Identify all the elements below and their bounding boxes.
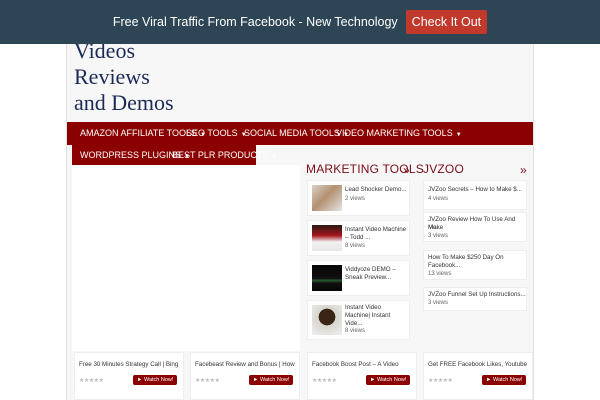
video-card[interactable]: Free 30 Minutes Strategy Call | Bing ★★★…	[74, 352, 184, 400]
check-it-out-button[interactable]: Check It Out	[405, 10, 488, 34]
video-thumbnail	[312, 185, 342, 211]
watch-now-button[interactable]: ► Watch Now!	[366, 375, 411, 385]
video-thumbnail	[312, 225, 342, 251]
double-chevron-right-icon[interactable]: »	[403, 163, 410, 177]
site-title-line: and Demos	[74, 90, 174, 115]
list-item[interactable]: JVZoo Funnel Set Up Instructions... 3 vi…	[423, 287, 527, 311]
video-item[interactable]: Instant Video Machine – Todd ... 8 views	[307, 220, 410, 256]
nav-item-seo-tools[interactable]: SEO TOOLS ▼	[186, 122, 247, 145]
nav-label: WORDPRESS PLUGINS	[80, 150, 182, 160]
video-title: How To Make $250 Day On	[428, 254, 504, 261]
double-chevron-right-icon[interactable]: »	[520, 163, 527, 177]
video-views: 3 views	[428, 300, 449, 306]
video-views: 3 views	[428, 233, 449, 239]
main-nav: AMAZON AFFILIATE TOOLS ▼ SEO TOOLS ▼ SOCIA…	[67, 122, 533, 145]
video-item[interactable]: Viddyoze DEMO – Sneak Preview...	[307, 260, 410, 296]
video-title: JVZoo Funnel Set Up Instructions...	[428, 291, 526, 298]
list-item[interactable]: JVZoo Review How To Use And Make Mo... 3…	[423, 212, 527, 242]
video-title: JVZoo Secrets – How to Make $...	[428, 186, 522, 193]
section-heading: JVZOO	[423, 162, 465, 176]
card-title: Free 30 Minutes Strategy Call | Bing	[79, 361, 179, 368]
card-title: Get FREE Facebook Likes, Youtube	[428, 361, 528, 368]
star-rating-icon: ★★★★★	[428, 378, 453, 384]
video-card[interactable]: Facebeast Review and Bonus | How ★★★★★ ►…	[190, 352, 300, 400]
star-rating-icon: ★★★★★	[195, 378, 220, 384]
site-title-line: Reviews	[74, 64, 150, 89]
nav-label: BEST PLR PRODUCTS	[172, 150, 269, 160]
button-label: Watch Now!	[376, 377, 407, 383]
video-item[interactable]: Lead Shocker Demo... 2 views	[307, 180, 410, 216]
nav-item-video-marketing-tools[interactable]: VIDEO MARKETING TOOLS ▼	[336, 122, 462, 145]
video-title: Instant Video Machine	[345, 226, 407, 233]
star-rating-icon: ★★★★★	[79, 378, 104, 384]
notification-bar: Free Viral Traffic From Facebook - New T…	[0, 0, 600, 44]
main-nav-row-2: WORDPRESS PLUGINS ▼ BEST PLR PRODUCTS ▼	[72, 145, 277, 165]
video-views: 8 views	[345, 243, 366, 249]
nav-label: AMAZON AFFILIATE TOOLS	[80, 128, 198, 138]
button-label: Watch Now!	[259, 377, 290, 383]
watch-now-button[interactable]: ► Watch Now!	[482, 375, 527, 385]
card-title: Facebook Boost Post – A Video	[312, 361, 399, 368]
video-item[interactable]: Instant Video Machine| Instant Vide... 8…	[307, 300, 410, 340]
watch-now-button[interactable]: ► Watch Now!	[133, 375, 178, 385]
site-title[interactable]: Videos Reviews and Demos	[74, 38, 174, 116]
list-item[interactable]: How To Make $250 Day On Facebook... 13 v…	[423, 250, 527, 280]
video-card[interactable]: Facebook Boost Post – A Video ★★★★★ ► Wa…	[307, 352, 417, 400]
video-card[interactable]: Get FREE Facebook Likes, Youtube ★★★★★ ►…	[423, 352, 533, 400]
video-thumbnail	[312, 305, 342, 335]
button-label: Watch Now!	[492, 377, 523, 383]
watch-now-button[interactable]: ► Watch Now!	[249, 375, 294, 385]
list-item[interactable]: JVZoo Secrets – How to Make $... 4 views	[423, 180, 527, 210]
video-title: – Todd ...	[345, 234, 371, 241]
nav-label: SOCIAL MEDIA TOOLS	[244, 128, 340, 138]
featured-video-area[interactable]	[72, 165, 300, 351]
video-title: Vide...	[345, 320, 363, 327]
video-title: Mo...	[428, 224, 442, 231]
video-title: Facebook...	[428, 262, 461, 269]
jvzoo-section: JVZOO	[423, 162, 464, 176]
caret-down-icon: ▼	[271, 154, 278, 160]
button-label: Watch Now!	[143, 377, 174, 383]
card-title: Facebeast Review and Bonus | How	[195, 361, 295, 368]
video-views: 4 views	[428, 196, 449, 202]
video-views: 13 views	[428, 271, 452, 277]
nav-label: SEO TOOLS	[186, 128, 238, 138]
video-title: Machine| Instant	[345, 312, 391, 319]
nav-item-best-plr-products[interactable]: BEST PLR PRODUCTS ▼	[172, 145, 277, 165]
video-title: Sneak Preview...	[345, 274, 392, 281]
video-title: Viddyoze DEMO –	[345, 266, 396, 273]
video-title: JVZoo Review How To Use And Make	[428, 216, 516, 231]
star-rating-icon: ★★★★★	[312, 378, 337, 384]
notification-text: Free Viral Traffic From Facebook - New T…	[112, 15, 398, 29]
caret-down-icon: ▼	[455, 132, 462, 138]
video-title: Instant Video	[345, 304, 382, 311]
video-views: 8 views	[345, 328, 366, 334]
video-thumbnail	[312, 265, 342, 291]
video-title: Lead Shocker Demo...	[345, 186, 407, 193]
nav-label: VIDEO MARKETING TOOLS	[336, 128, 453, 138]
nav-item-social-media-tools[interactable]: SOCIAL MEDIA TOOLS ▼	[244, 122, 349, 145]
video-views: 2 views	[345, 196, 366, 202]
